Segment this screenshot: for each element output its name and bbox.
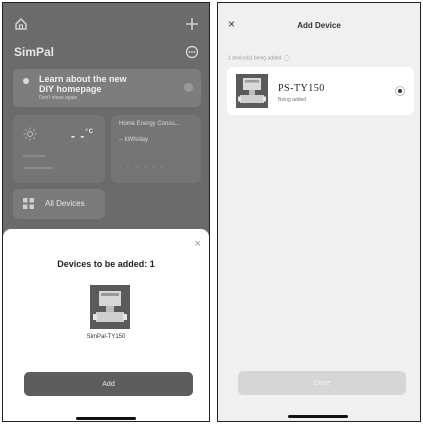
device-card[interactable]: PS-TY150 Being added (227, 67, 414, 115)
add-button[interactable]: Add (24, 372, 193, 396)
weather-card[interactable]: - -°C (13, 115, 105, 183)
add-device-header: × Add Device (218, 3, 420, 43)
plus-icon[interactable] (185, 17, 199, 31)
weather-placeholder-line (23, 155, 45, 157)
adding-progress: 1 device(s) being added (228, 55, 291, 62)
energy-title: Home Energy Consu... (119, 121, 180, 127)
energy-placeholder: - - - - - - (119, 165, 165, 172)
screenshot-root: SimPal Learn about the new DIY homepage … (0, 0, 423, 424)
all-devices-label: All Devices (45, 199, 85, 208)
page-title: Add Device (297, 21, 341, 30)
more-options-icon[interactable] (185, 45, 199, 59)
weather-placeholder-line (23, 167, 53, 169)
loading-spinner-icon (284, 55, 291, 61)
device-name: PS-TY150 (278, 83, 325, 94)
energy-value: -- kWh/day (119, 137, 149, 143)
done-button[interactable]: Done (238, 371, 406, 395)
banner-close-icon[interactable] (184, 83, 193, 92)
home-indicator (288, 415, 348, 418)
weather-temp-unit: °C (85, 129, 95, 135)
grid-icon (23, 198, 34, 209)
weather-temp-value: - - (71, 129, 86, 143)
app-title: SimPal (14, 45, 55, 59)
close-icon[interactable]: × (195, 239, 201, 250)
banner-title-line1: Learn about the new (39, 74, 127, 84)
weather-temperature: - -°C (71, 129, 94, 143)
home-screen-phone: SimPal Learn about the new DIY homepage … (2, 2, 210, 422)
adding-progress-text: 1 device(s) being added (228, 55, 282, 62)
energy-card[interactable]: Home Energy Consu... -- kWh/day - - - - … (111, 115, 201, 183)
devices-to-add-sheet: × Devices to be added: 1 SimPal-TY150 Ad… (3, 229, 209, 421)
banner-dismiss-link[interactable]: Don't show again (39, 95, 77, 101)
banner-bullet-icon (23, 78, 29, 84)
diy-homepage-banner[interactable]: Learn about the new DIY homepage Don't s… (13, 69, 201, 107)
device-image (90, 285, 130, 329)
device-status: Being added (278, 97, 307, 103)
add-device-phone: × Add Device 1 device(s) being added PS-… (217, 2, 421, 422)
device-select-radio[interactable] (395, 86, 405, 96)
sun-icon (23, 127, 37, 141)
home-indicator (76, 417, 136, 420)
all-devices-button[interactable]: All Devices (13, 189, 105, 219)
home-icon[interactable] (14, 17, 28, 31)
sheet-title: Devices to be added: 1 (57, 259, 155, 269)
device-image (236, 74, 268, 108)
device-name: SimPal-TY150 (86, 334, 126, 340)
banner-title-line2: DIY homepage (39, 84, 102, 94)
